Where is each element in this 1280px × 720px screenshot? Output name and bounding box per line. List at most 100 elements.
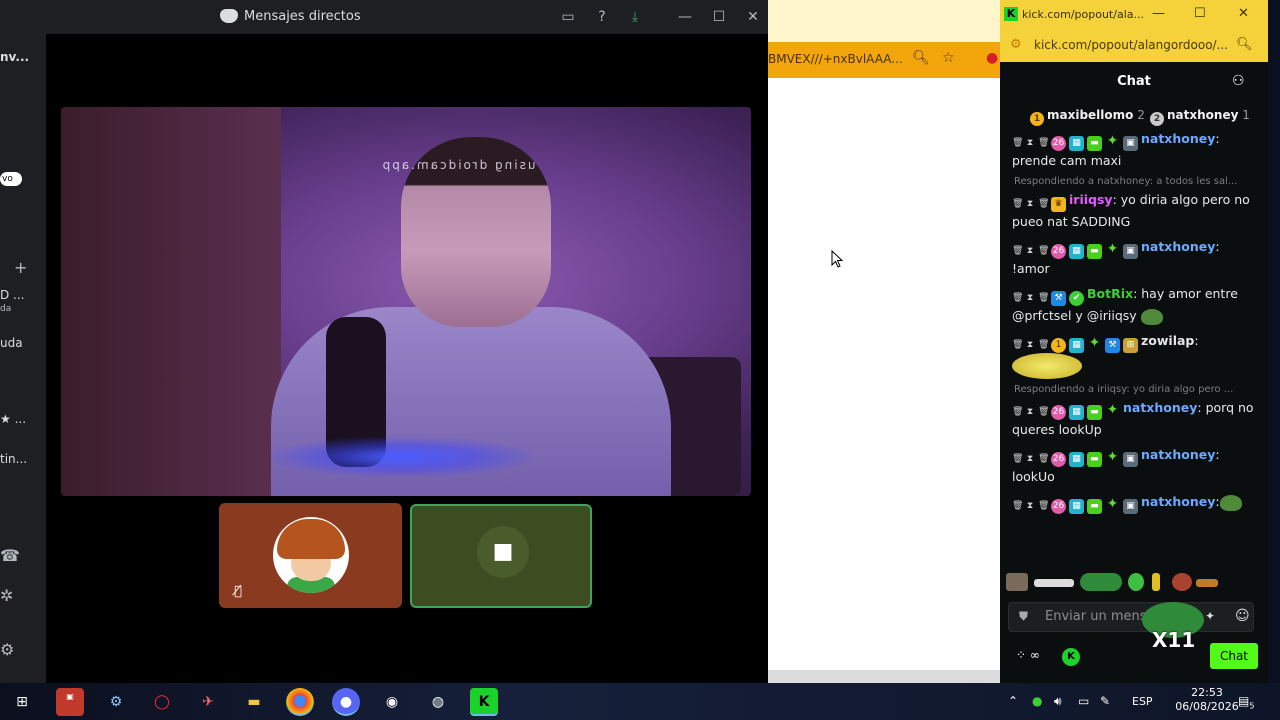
notifications-icon[interactable]: ▤5 [1238,694,1254,710]
sidebar-top-label[interactable]: nv... [0,50,29,64]
app-icon[interactable]: ✈ [194,688,222,716]
emote-icon[interactable] [1080,573,1122,591]
mod-badge-icon[interactable]: 🗑 [1012,452,1023,467]
maximize-button[interactable]: ☐ [710,8,728,26]
chat-message[interactable]: 🗑 ⧗ 🗑 26 ▦ ▬ ✦ ▣ natxhoney: !amor [1012,236,1260,279]
chat-message[interactable]: Respondiendo a natxhoney: a todos les sa… [1012,175,1260,232]
disconnect-icon[interactable]: ☎ [0,546,20,565]
mod-badge-icon[interactable]: 🗑 [1012,499,1023,514]
emote-icon[interactable] [1006,573,1028,591]
extension-icon[interactable]: ● [986,50,998,66]
chat-message[interactable]: 🗑 ⧗ 🗑 26 ▦ ▬ ✦ ▣ natxhoney: [1012,491,1260,514]
zoom-icon[interactable]: 🔍︎ [1236,37,1253,52]
sidebar-item-4[interactable]: tin... [0,452,27,466]
steam-icon[interactable]: ⚙ [102,688,130,716]
hour-badge-icon[interactable]: ⧗ [1025,291,1035,306]
download-icon[interactable]: ⤓ [626,8,644,26]
inbox-icon[interactable]: ▭ [559,8,577,26]
chat-message[interactable]: 🗑 ⧗ 🗑 26 ▦ ▬ ✦ ▣ natxhoney: prende cam maxi [1012,128,1260,171]
mod-badge-icon[interactable]: 🗑 [1012,338,1023,353]
mod-badge-icon[interactable]: 🗑 [1038,499,1049,514]
zoom-icon[interactable]: 🔍︎ [912,50,930,66]
mod-badge-icon[interactable]: 🗑 [1012,291,1023,306]
app-icon[interactable]: ◍ [424,688,452,716]
kick-url-text[interactable]: kick.com/popout/alangordooo/... [1034,38,1228,52]
volume-icon[interactable]: 🔊︎ [1054,694,1062,709]
hour-badge-icon[interactable]: ⧗ [1025,405,1035,420]
infinity-icon[interactable]: ⁘ ∞ [1016,648,1040,662]
chat-username[interactable]: iriiqsy [1069,192,1113,207]
hour-badge-icon[interactable]: ⧗ [1025,197,1035,212]
horizontal-scrollbar[interactable] [768,670,1000,683]
chat-message-list[interactable]: 🗑 ⧗ 🗑 26 ▦ ▬ ✦ ▣ natxhoney: prende cam maxi Respo… [1012,128,1260,568]
sidebar-item-2[interactable]: uda [0,336,23,350]
add-dm-icon[interactable]: + [14,258,27,277]
mod-badge-icon[interactable]: 🗑 [1038,136,1049,151]
reply-context[interactable]: Respondiendo a iriiqsy: yo diria algo pe… [1012,383,1260,397]
network-icon[interactable]: ▭ [1078,694,1089,708]
opera-icon[interactable]: ◯ [148,688,176,716]
sidebar-item-1[interactable]: D ... [0,288,25,302]
mod-badge-icon[interactable]: 🗑 [1038,405,1049,420]
kick-icon[interactable]: K [470,688,498,716]
top-gifter-2[interactable]: 2 natxhoney 1 [1150,108,1250,126]
emote-icon[interactable] [1128,573,1144,591]
chat-message[interactable]: Respondiendo a iriiqsy: yo diria algo pe… [1012,383,1260,440]
settings-gear-icon[interactable]: ⚙ [0,640,14,659]
hour-badge-icon[interactable]: ⧗ [1025,136,1035,151]
bookmark-star-icon[interactable]: ☆ [942,50,955,66]
mod-badge-icon[interactable]: 🗑 [1012,136,1023,151]
top-gifter-1[interactable]: 1 maxibellomo 2 [1030,108,1145,126]
pen-icon[interactable]: ✎ [1100,694,1110,708]
obs-icon[interactable]: ◉ [378,688,406,716]
reply-context[interactable]: Respondiendo a natxhoney: a todos les sa… [1012,175,1260,189]
voicemeeter-icon[interactable]: ▣ [56,688,84,716]
sidebar-item-3[interactable]: ★ ... [0,412,26,426]
mod-badge-icon[interactable]: 🗑 [1038,244,1049,259]
hour-badge-icon[interactable]: ⧗ [1025,499,1035,514]
mod-badge-icon[interactable]: 🗑 [1038,338,1049,353]
windows-start-icon[interactable]: ⊞ [8,688,36,716]
mod-badge-icon[interactable]: 🗑 [1038,291,1049,306]
soundboard-icon[interactable]: ✲ [0,586,13,605]
mod-badge-icon[interactable]: 🗑 [1038,197,1049,212]
address-text[interactable]: BMVEX///+nxBvlAAA... [768,52,903,66]
mod-badge-icon[interactable]: 🗑 [1012,197,1023,212]
chat-users-icon[interactable]: ⚇ [1232,73,1245,89]
mod-badge-icon[interactable]: 🗑 [1012,405,1023,420]
chat-username[interactable]: natxhoney [1141,239,1215,254]
emote-icon[interactable] [1034,579,1074,587]
discord-icon[interactable]: ● [332,688,360,716]
minimize-button[interactable]: — [676,8,694,26]
chrome-icon[interactable] [286,688,314,716]
emote-icon[interactable] [1152,573,1160,591]
site-info-icon[interactable]: ⚙ [1010,37,1022,52]
participant-tile-self[interactable]: ■ [410,504,592,608]
mod-badge-icon[interactable]: 🗑 [1038,452,1049,467]
language-indicator[interactable]: ESP [1132,695,1153,708]
emoji-icon[interactable]: ☺ [1235,608,1250,624]
minimize-button[interactable]: — [1152,6,1165,21]
chat-message[interactable]: 🗑 ⧗ 🗑 ⚒ ✔ BotRix: hay amor entre @prfctsel y … [1012,283,1260,326]
chat-message[interactable]: 🗑 ⧗ 🗑 1 ▦ ✦ ⚒ ⊞ zowilap: [1012,330,1260,379]
hour-badge-icon[interactable]: ⧗ [1025,452,1035,467]
send-chat-button[interactable]: Chat [1210,643,1258,669]
help-icon[interactable]: ? [593,8,611,26]
emote-icon[interactable] [1196,579,1218,587]
chat-username[interactable]: natxhoney [1141,447,1215,462]
chat-message[interactable]: 🗑 ⧗ 🗑 26 ▦ ▬ ✦ ▣ natxhoney: lookUo [1012,444,1260,487]
clock[interactable]: 22:53 06/08/2026 [1172,686,1242,714]
emote-icon[interactable] [1172,573,1192,591]
kick-points-icon[interactable]: K [1062,648,1080,666]
chat-username[interactable]: BotRix [1087,286,1133,301]
chat-username[interactable]: natxhoney [1141,494,1215,509]
participant-tile-avatar[interactable]: 🎙̸ [219,503,402,608]
close-button[interactable]: ✕ [744,8,762,26]
maximize-button[interactable]: ☐ [1194,6,1206,21]
chat-username[interactable]: zowilap [1141,333,1194,348]
mod-badge-icon[interactable]: 🗑 [1012,244,1023,259]
file-explorer-icon[interactable]: ▬ [240,688,268,716]
close-button[interactable]: ✕ [1238,6,1249,21]
tray-app-icon[interactable]: ● [1032,694,1042,708]
chat-input[interactable]: ⛊ Enviar un mensaje ✦ ☺ [1008,602,1254,632]
